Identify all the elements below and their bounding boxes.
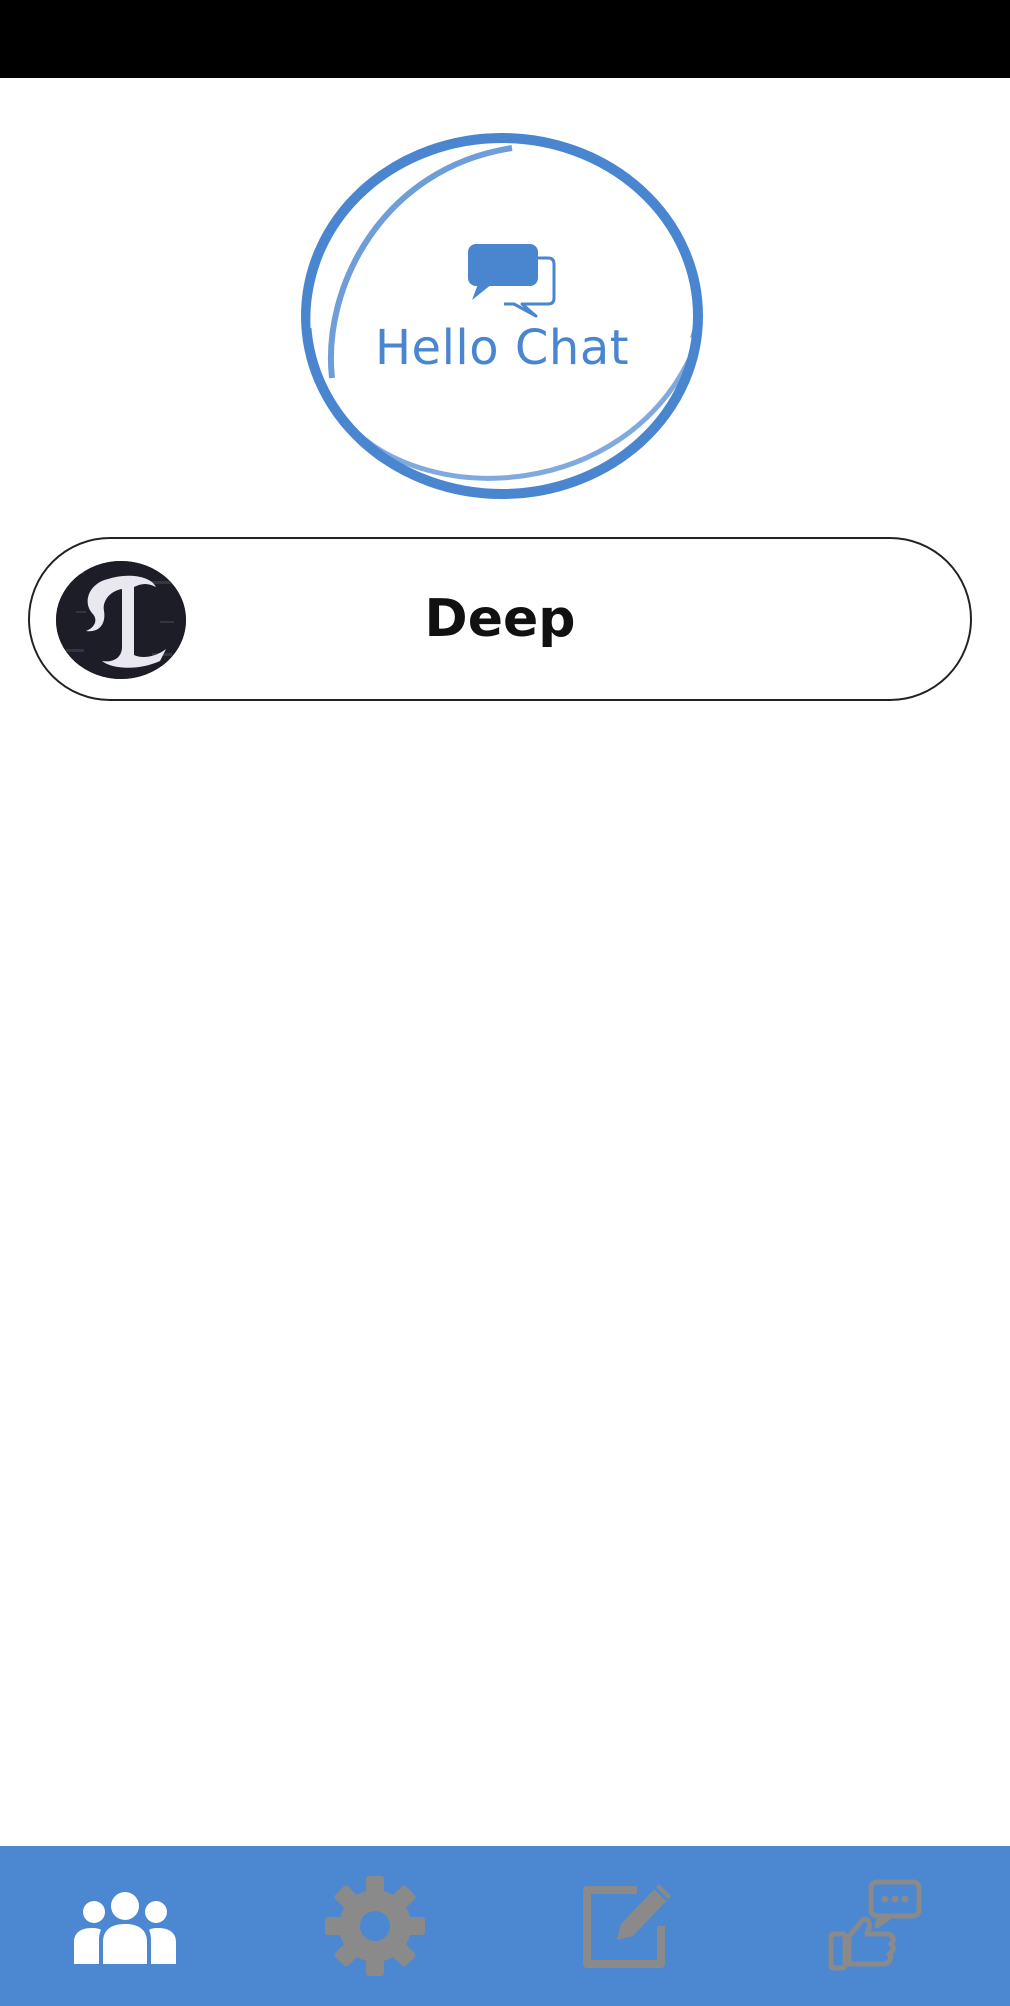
status-bar	[0, 0, 1010, 78]
screen-edge	[1000, 78, 1010, 2006]
app-screen: Hello Chat Deep	[0, 0, 1010, 2006]
feedback-icon	[828, 1879, 922, 1971]
edit-icon	[583, 1884, 671, 1968]
bottom-nav	[0, 1846, 1010, 2006]
nav-feedback-button[interactable]	[810, 1861, 940, 1991]
contact-name: Deep	[424, 589, 576, 649]
chat-bubbles-icon	[468, 244, 556, 318]
nav-users-button[interactable]	[60, 1861, 190, 1991]
contact-card-deep[interactable]: Deep	[28, 537, 972, 701]
gear-icon	[325, 1876, 425, 1976]
nav-edit-button[interactable]	[560, 1861, 690, 1991]
nav-settings-button[interactable]	[310, 1861, 440, 1991]
logo-text: Hello Chat	[374, 320, 630, 376]
logo-ring	[301, 133, 703, 499]
users-icon	[74, 1892, 176, 1964]
